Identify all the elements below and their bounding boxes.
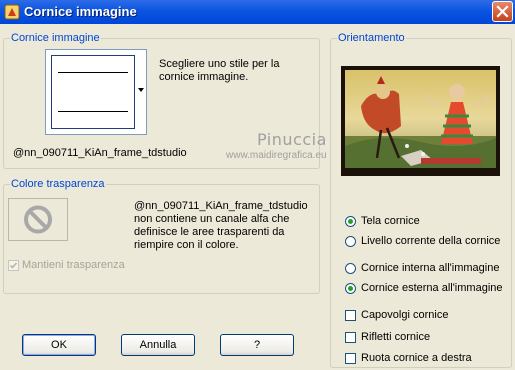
transparency-group-legend: Colore trasparenza [10, 178, 106, 190]
radio-cornice-interna-label: Cornice interna all'immagine [361, 262, 500, 274]
close-button[interactable] [492, 1, 513, 22]
frame-group-legend: Cornice immagine [10, 32, 101, 44]
ok-button[interactable]: OK [22, 334, 96, 356]
checkmark-icon [9, 262, 18, 269]
transparency-message-line4: riempire con il colore. [134, 239, 239, 251]
preview-illustration [341, 66, 500, 176]
mirror-frame-label: Rifletti cornice [361, 331, 431, 343]
watermark-url: www.maidiregrafica.eu [226, 150, 327, 161]
radio-cornice-esterna[interactable] [345, 283, 356, 294]
rotate-frame-checkbox[interactable] [345, 353, 356, 364]
radio-selected-dot [348, 219, 353, 224]
keep-transparency-label: Mantieni trasparenza [22, 259, 125, 271]
radio-cornice-interna[interactable] [345, 263, 356, 274]
radio-livello-corrente[interactable] [345, 236, 356, 247]
app-icon [4, 4, 20, 20]
rotate-frame-label: Ruota cornice a destra [361, 352, 472, 364]
transparency-message-line1: @nn_090711_KiAn_frame_tdstudio [134, 200, 308, 212]
orientation-group-legend: Orientamento [337, 32, 406, 44]
close-icon [496, 5, 509, 18]
transparency-message-line2: non contiene un canale alfa che [134, 213, 290, 225]
radio-tela-cornice-label: Tela cornice [361, 215, 420, 227]
title-bar[interactable]: Cornice immagine [0, 0, 515, 24]
preview-image [341, 66, 500, 176]
frame-name: @nn_090711_KiAn_frame_tdstudio [13, 147, 187, 159]
flip-frame-checkbox[interactable] [345, 310, 356, 321]
frame-instruction-line1: Scegliere uno stile per la [159, 58, 280, 70]
flip-frame-label: Capovolgi cornice [361, 309, 449, 321]
transparency-color-swatch[interactable] [8, 198, 68, 241]
transparency-message-line3: definisce le aree trasparenti da [134, 226, 285, 238]
cancel-button[interactable]: Annulla [121, 334, 195, 356]
help-button[interactable]: ? [220, 334, 294, 356]
window-title: Cornice immagine [24, 4, 137, 19]
frame-line-top [58, 72, 128, 73]
watermark-text: Pinuccia [257, 130, 327, 149]
mirror-frame-checkbox[interactable] [345, 332, 356, 343]
frame-instruction-line2: cornice immagine. [159, 71, 249, 83]
radio-livello-corrente-label: Livello corrente della cornice [361, 235, 501, 247]
radio-selected-dot [348, 286, 353, 291]
no-sign-icon [24, 205, 52, 234]
radio-tela-cornice[interactable] [345, 216, 356, 227]
radio-cornice-esterna-label: Cornice esterna all'immagine [361, 282, 503, 294]
frame-thumbnail [51, 55, 135, 129]
frame-line-bottom [58, 111, 128, 112]
dropdown-arrow-icon[interactable] [138, 88, 144, 92]
keep-transparency-checkbox[interactable] [8, 260, 19, 271]
frame-style-selector[interactable] [45, 49, 147, 135]
